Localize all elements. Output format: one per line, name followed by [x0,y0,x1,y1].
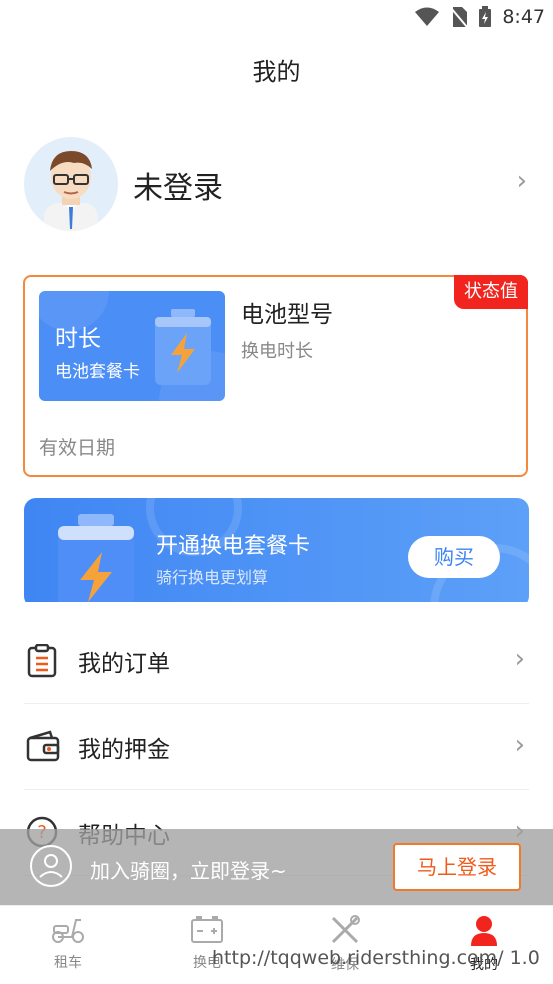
clipboard-icon [27,644,57,678]
battery-charging-icon [479,6,492,27]
wallet-icon [26,730,60,762]
menu-item-label: 我的押金 [78,737,170,763]
battery-bolt-icon [155,309,211,385]
tab-label: 租车 [54,955,82,971]
status-badge: 状态值 [454,275,528,309]
buy-button[interactable]: 购买 [408,536,500,578]
clock: 8:47 [502,6,545,28]
login-banner: 加入骑圈，立即登录~ 马上登录 [0,829,553,905]
chevron-right-icon: › [514,644,525,674]
battery-package-card: 时长 电池套餐卡 [39,291,225,401]
login-status: 未登录 [133,171,223,206]
avatar [24,137,118,231]
promo-subtitle: 骑行换电更划算 [156,568,269,587]
menu-item-orders[interactable]: 我的订单 › [24,618,529,704]
bottom-tab-bar: 租车 换电 维保 我的 [0,905,553,984]
user-icon [30,845,72,887]
battery-swap-icon [191,916,223,943]
promo-title: 开通换电套餐卡 [156,534,311,559]
swap-duration: 换电时长 [241,341,313,362]
battery-bolt-icon [58,514,134,608]
wifi-icon [415,7,440,26]
status-icons: 8:47 [414,6,545,28]
promo-banner[interactable]: 开通换电套餐卡 骑行换电更划算 购买 [24,498,529,608]
menu-item-deposit[interactable]: 我的押金 › [24,704,529,790]
page-title: 我的 [252,58,301,86]
login-button[interactable]: 马上登录 [393,843,521,891]
card-title: 时长 [55,326,101,352]
tools-icon [331,915,360,944]
card-subtitle: 电池套餐卡 [55,362,140,382]
scooter-icon [52,919,84,943]
battery-type: 电池型号 [241,302,333,328]
menu-item-label: 我的订单 [78,651,170,677]
package-card[interactable]: 状态值 时长 电池套餐卡 电池型号 换电时长 有效日期 [23,275,528,477]
user-avatar-icon [44,151,98,231]
login-prompt: 加入骑圈，立即登录~ [90,859,287,883]
person-icon [471,916,497,946]
tab-rent[interactable]: 租车 [23,914,113,972]
status-bar: 8:47 [0,0,553,36]
valid-date: 有效日期 [39,437,116,459]
url-overlay: http://tqqweb.ridersthing.com/ 1.0 [212,947,540,969]
profile-row[interactable]: 未登录 › [0,130,553,238]
no-sim-icon [450,7,469,28]
chevron-right-icon: › [516,166,527,196]
chevron-right-icon: › [514,730,525,760]
